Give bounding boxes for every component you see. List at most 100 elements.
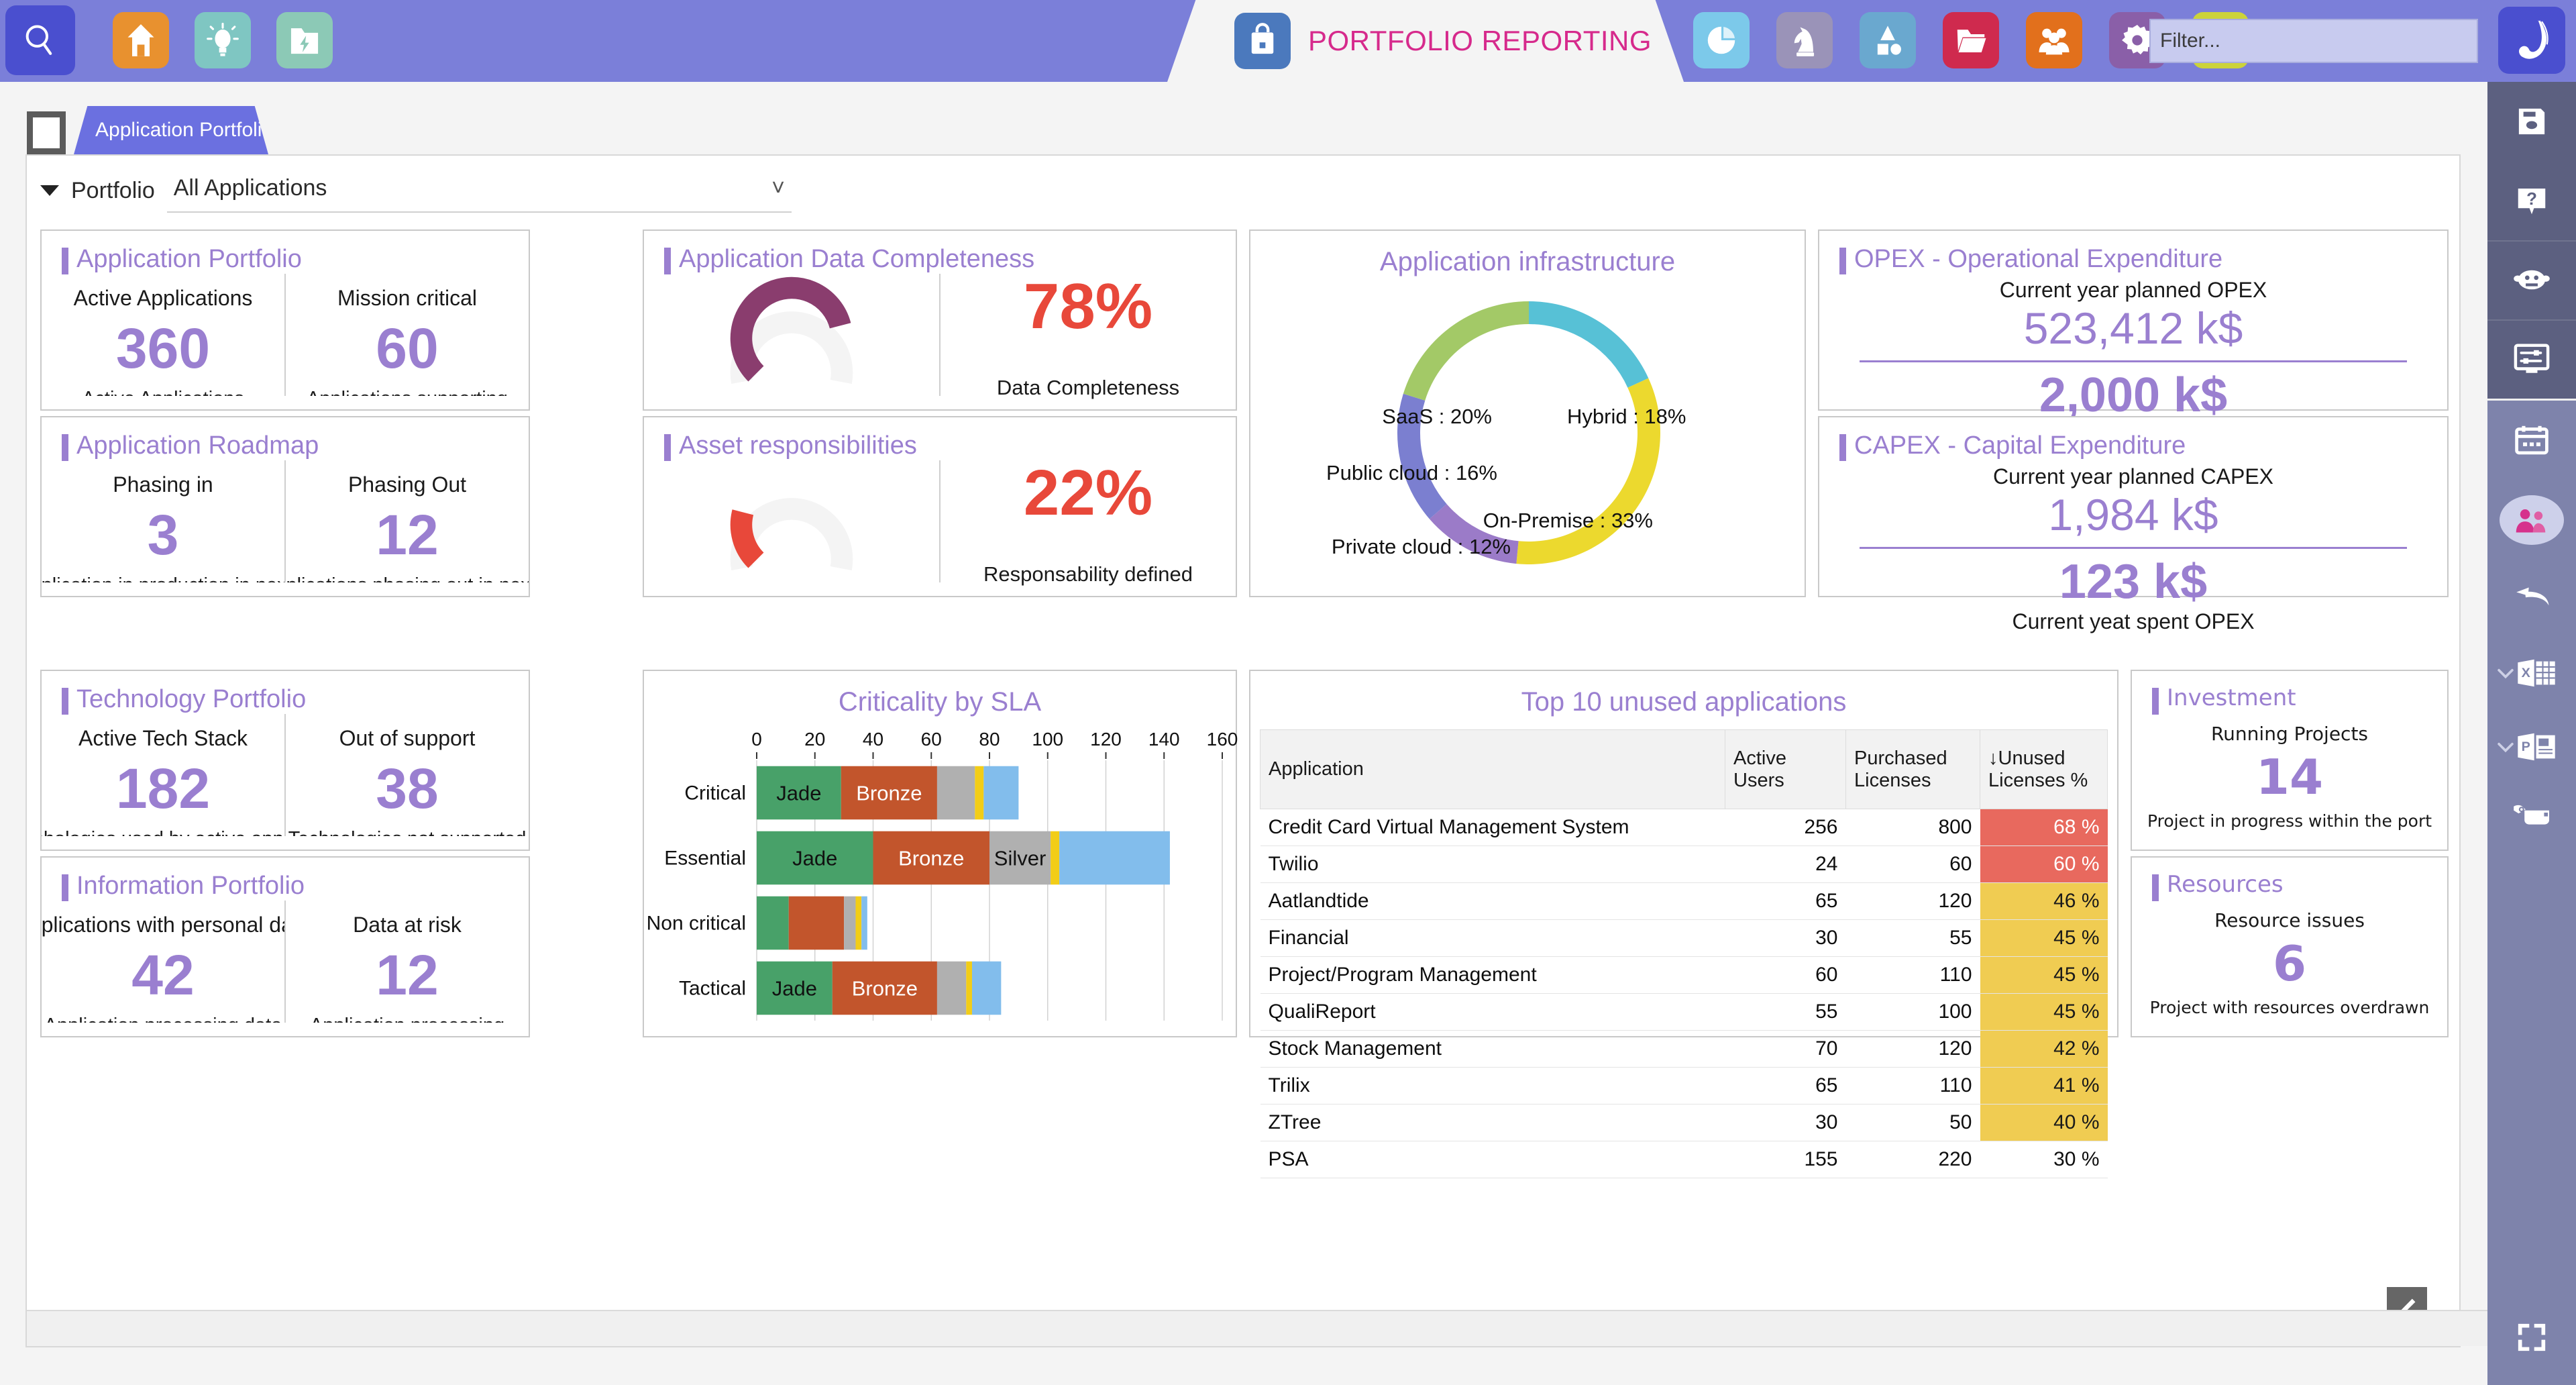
table-row[interactable]: Financial305545 % [1260, 920, 2108, 957]
quick-actions-button[interactable] [276, 12, 333, 68]
divider [1860, 547, 2407, 549]
col-active-users[interactable]: Active Users [1725, 730, 1846, 809]
col-application[interactable]: Application [1260, 730, 1725, 809]
svg-text:160: 160 [1207, 729, 1238, 750]
svg-text:P: P [2522, 739, 2530, 754]
divider [1860, 360, 2407, 362]
table-row[interactable]: Stock Management7012042 % [1260, 1031, 2108, 1068]
card-information-portfolio: Information Portfolio Applications with … [40, 856, 530, 1037]
card-technology-portfolio: Technology Portfolio Active Tech Stack 1… [40, 670, 530, 851]
chevron-down-icon[interactable] [2494, 735, 2517, 758]
briefcase-icon [1245, 21, 1280, 60]
people-icon [2513, 505, 2551, 535]
people-icon [2036, 22, 2072, 58]
table-row[interactable]: Project/Program Management6011045 % [1260, 957, 2108, 994]
gauge-caption: Data Completeness [997, 376, 1179, 400]
col-purchased-licenses[interactable]: Purchased Licenses [1846, 730, 1980, 809]
table-row[interactable]: Twilio246060 % [1260, 846, 2108, 883]
cell-purchased-licenses: 800 [1846, 809, 1980, 846]
export-excel-button[interactable]: X [2487, 633, 2576, 713]
opex-planned-value: 523,412 k$ [1860, 303, 2407, 354]
cell-application: Financial [1260, 920, 1725, 957]
svg-text:Jade: Jade [772, 977, 817, 1001]
table-row[interactable]: QualiReport5510045 % [1260, 994, 2108, 1031]
card-investment: Investment Running Projects 14 Project i… [2131, 670, 2449, 851]
card-title: OPEX - Operational Expenditure [1834, 246, 2447, 274]
kpi-sub: Application in production in next 6 [42, 573, 284, 582]
documents-button[interactable] [1943, 12, 1999, 68]
cell-application: PSA [1260, 1141, 1725, 1178]
save-button[interactable] [2487, 82, 2576, 161]
insights-button[interactable] [195, 12, 251, 68]
table-row[interactable]: ZTree305040 % [1260, 1105, 2108, 1141]
app-logo-button[interactable] [2498, 7, 2565, 74]
panel-toggle-button[interactable] [27, 111, 66, 154]
kpi-value: 38 [376, 751, 438, 827]
svg-text:Bronze: Bronze [856, 782, 922, 805]
kpi-personal-data: Applications with personal data 42 Appli… [42, 901, 284, 1023]
filter-input[interactable] [2149, 19, 2478, 63]
table-row[interactable]: Credit Card Virtual Management System256… [1260, 809, 2108, 846]
capex-spent-value: 123 k$ [1860, 554, 2407, 609]
robot-avatar-icon [2512, 263, 2551, 297]
kpi-sub: Applications phasing out in next 6 [284, 573, 529, 582]
cell-active-users: 24 [1725, 846, 1846, 883]
svg-text:40: 40 [863, 729, 883, 750]
kpi-value: 182 [116, 751, 210, 827]
gauge-asset-responsibilities [644, 460, 939, 582]
gauge-arc [704, 458, 879, 585]
gauge-percent: 22% [1024, 456, 1152, 530]
cell-unused-licenses-pct: 40 % [1980, 1105, 2108, 1141]
assistant-button[interactable] [2487, 240, 2576, 319]
portfolio-filter-label: Portfolio [71, 178, 155, 204]
svg-text:120: 120 [1090, 729, 1122, 750]
cell-purchased-licenses: 100 [1846, 994, 1980, 1031]
tag-icon [2511, 802, 2553, 829]
cell-active-users: 155 [1725, 1141, 1846, 1178]
table-row[interactable]: Trilix6511041 % [1260, 1068, 2108, 1105]
card-title: CAPEX - Capital Expenditure [1834, 432, 2447, 460]
portfolio-select-value: All Applications [174, 175, 327, 201]
search-button[interactable] [5, 5, 75, 75]
export-powerpoint-button[interactable]: P [2487, 707, 2576, 786]
card-criticality-by-sla: Criticality by SLA 020406080100120140160… [643, 670, 1237, 1037]
svg-text:20: 20 [804, 729, 825, 750]
cell-purchased-licenses: 110 [1846, 957, 1980, 994]
kpi-value: 12 [376, 497, 438, 573]
table-row[interactable]: PSA15522030 % [1260, 1141, 2108, 1178]
calendar-button[interactable] [2487, 401, 2576, 480]
cell-purchased-licenses: 55 [1846, 920, 1980, 957]
dashboard-settings-button[interactable] [2487, 319, 2576, 399]
col-unused-licenses-pct[interactable]: ↓Unused Licenses % [1980, 730, 2108, 809]
tag-button[interactable] [2487, 776, 2576, 855]
chevron-down-icon[interactable] [2494, 662, 2517, 684]
active-app-tab[interactable]: PORTFOLIO REPORTING [1167, 0, 1684, 82]
reports-button[interactable] [1693, 12, 1750, 68]
card-title: Investment [2147, 686, 2447, 711]
people-button[interactable] [2487, 480, 2576, 560]
home-button[interactable] [113, 12, 169, 68]
strategy-button[interactable] [1776, 12, 1833, 68]
portfolio-select[interactable]: All Applications ˅ [167, 168, 792, 213]
svg-text:?: ? [2526, 190, 2537, 209]
teams-button[interactable] [2026, 12, 2082, 68]
table-head: Application Active Users Purchased Licen… [1260, 730, 2108, 809]
card-resources: Resources Resource issues 6 Project with… [2131, 856, 2449, 1037]
gauge-data-completeness [644, 274, 939, 396]
active-tab-label: PORTFOLIO REPORTING [1308, 25, 1652, 57]
calendar-icon [2513, 423, 2551, 458]
undo-button[interactable] [2487, 560, 2576, 639]
kpi-sub: Application processing data [44, 1013, 282, 1023]
tab-application-portfolio[interactable]: Application Portfolio [74, 106, 268, 154]
lightbulb-icon [205, 21, 241, 60]
table-row[interactable]: Aatlandtide6512046 % [1260, 883, 2108, 920]
catalog-button[interactable] [1860, 12, 1916, 68]
collapse-caret-icon[interactable] [40, 185, 59, 196]
card-application-roadmap: Application Roadmap Phasing in 3 Applica… [40, 416, 530, 597]
gauge-readout: 78% Data Completeness [939, 274, 1236, 396]
help-button[interactable]: ? [2487, 161, 2576, 240]
save-icon [2514, 103, 2550, 140]
briefcase-icon-wrap [1234, 13, 1291, 69]
fullscreen-button[interactable] [2487, 1298, 2576, 1377]
kpi-resource-issues: Resource issues 6 Project with resources… [2132, 897, 2447, 1019]
